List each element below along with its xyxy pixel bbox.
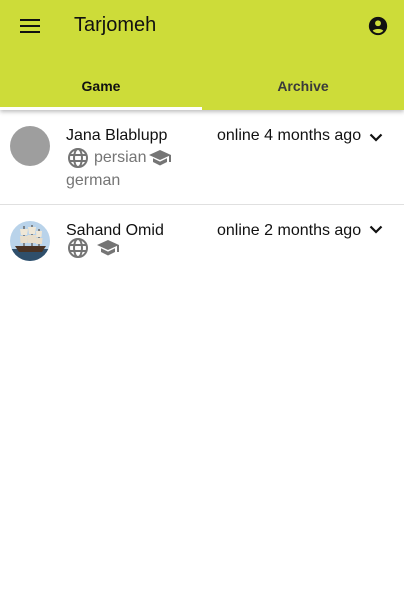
globe-icon: [68, 238, 88, 258]
menu-icon: [20, 19, 40, 33]
player-list: Jana Blablupp persian german online 4 mo…: [0, 110, 404, 285]
tab-game-label: Game: [81, 78, 121, 94]
online-status: online 2 months ago: [217, 222, 362, 239]
expand-button[interactable]: [364, 125, 388, 149]
chevron-down-icon: [369, 133, 383, 142]
language-label: persian: [94, 149, 147, 166]
player-languages: [66, 236, 186, 260]
player-languages: persian german: [66, 146, 186, 192]
app-bar: Tarjomeh Game Archive: [0, 0, 404, 110]
account-circle-icon: [368, 16, 388, 36]
tab-archive[interactable]: Archive: [202, 62, 404, 110]
ship-icon: [10, 221, 50, 261]
tab-archive-label: Archive: [277, 78, 329, 94]
globe-icon: [68, 148, 88, 168]
chevron-down-icon: [369, 225, 383, 234]
player-name: Jana Blablupp: [66, 127, 168, 144]
avatar: [10, 126, 50, 166]
list-item[interactable]: Jana Blablupp persian german online 4 mo…: [0, 110, 404, 205]
expand-button[interactable]: [364, 217, 388, 241]
school-icon: [97, 240, 119, 256]
menu-button[interactable]: [14, 10, 46, 42]
avatar: [10, 221, 50, 261]
language-label: german: [66, 172, 121, 189]
app-title: Tarjomeh: [74, 14, 157, 36]
tab-game[interactable]: Game: [0, 62, 202, 110]
list-item[interactable]: Sahand Omid online 2 months ago: [0, 205, 404, 285]
online-status: online 4 months ago: [217, 127, 362, 144]
tab-bar: Game Archive: [0, 62, 404, 110]
account-button[interactable]: [364, 12, 392, 40]
school-icon: [149, 150, 172, 166]
